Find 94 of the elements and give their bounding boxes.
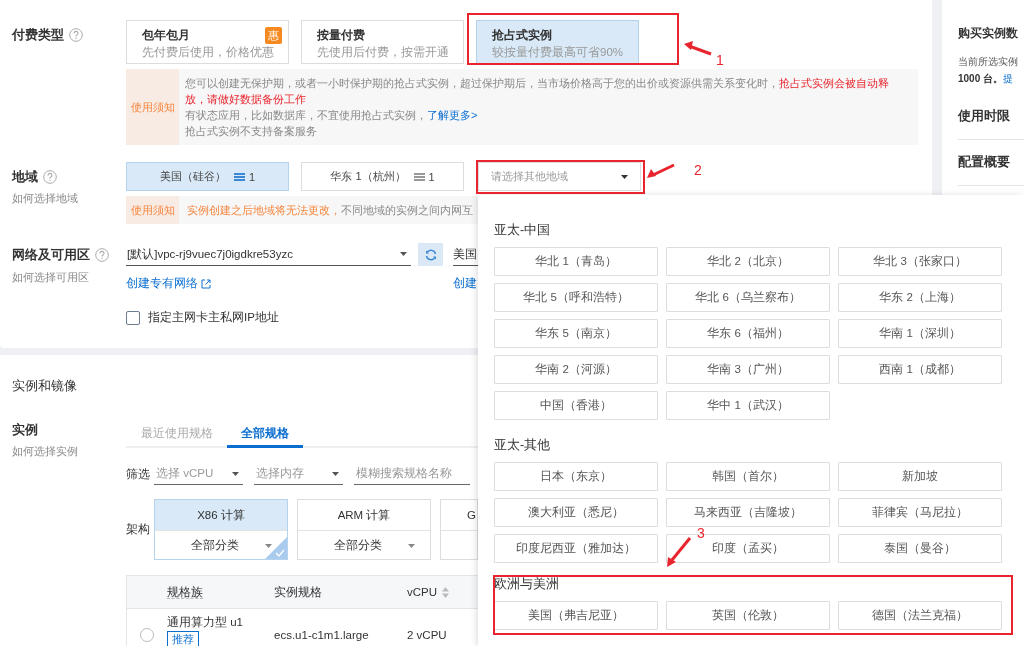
group-title: 亚太-中国 bbox=[494, 222, 552, 239]
region-option[interactable]: 泰国（曼谷） bbox=[838, 534, 1002, 563]
column-header: vCPU bbox=[407, 586, 438, 598]
section-title: 实例和镜像 bbox=[12, 377, 77, 395]
tab[interactable]: 全部规格 bbox=[227, 420, 303, 448]
table-cell-text: 通用算力型 u1 bbox=[167, 615, 244, 630]
server-icon bbox=[233, 172, 245, 181]
billing-option[interactable]: 抢占式实例 较按量付费最高可省90% bbox=[476, 20, 639, 64]
help-text[interactable]: 如何选择地域 bbox=[12, 191, 126, 206]
help-icon bbox=[95, 247, 109, 262]
learn-more-link[interactable]: 了解更多> bbox=[427, 109, 478, 121]
region-option[interactable]: 华北 2（北京） bbox=[666, 247, 830, 276]
region-option[interactable]: 西南 1（成都） bbox=[838, 355, 1002, 384]
region-option[interactable]: 韩国（首尔） bbox=[666, 462, 830, 491]
architecture-card[interactable]: X86 计算 全部分类 bbox=[154, 499, 288, 560]
region-option[interactable]: 华北 1（青岛） bbox=[494, 247, 658, 276]
quota-note: 当前所选实例 bbox=[958, 55, 1018, 69]
column-header: 实例规格 bbox=[274, 584, 323, 600]
annotation-number: 1 bbox=[716, 52, 724, 68]
region-option[interactable]: 美国（弗吉尼亚） bbox=[494, 601, 658, 630]
region-option[interactable]: 美国（硅谷） 1 bbox=[126, 162, 289, 191]
region-option[interactable]: 华北 6（乌兰察布） bbox=[666, 283, 830, 312]
sort-icon bbox=[442, 586, 450, 598]
help-icon bbox=[43, 169, 57, 184]
table-cell-text: ecs.u1-c1m1.large bbox=[274, 628, 370, 641]
external-link-icon bbox=[201, 278, 211, 289]
annotation-arrow bbox=[664, 536, 692, 568]
notice-text: 抢占式实例不支持备案服务 bbox=[185, 124, 318, 139]
notice-tag: 使用须知 bbox=[126, 69, 179, 145]
region-option[interactable]: 日本（东京） bbox=[494, 462, 658, 491]
panel-title: 购买实例数 bbox=[958, 26, 1018, 41]
help-text[interactable]: 如何选择可用区 bbox=[12, 270, 126, 285]
region-option[interactable]: 华南 1（深圳） bbox=[838, 319, 1002, 348]
region-option[interactable]: 华东 1（杭州） 1 bbox=[301, 162, 464, 191]
filter-label: 筛选 bbox=[126, 466, 151, 482]
help-text[interactable]: 如何选择实例 bbox=[12, 444, 126, 459]
caret-icon bbox=[621, 174, 628, 179]
notice-text: 有状态应用，比如数据库，不宜使用抢占式实例，了解更多> bbox=[185, 108, 479, 123]
region-option[interactable]: 华东 2（上海） bbox=[838, 283, 1002, 312]
caret-icon bbox=[407, 543, 415, 548]
raise-quota-link[interactable]: 提 bbox=[1003, 72, 1014, 86]
region-option[interactable]: 华东 6（福州） bbox=[666, 319, 830, 348]
notice-tag: 使用须知 bbox=[126, 196, 179, 224]
region-option[interactable]: 华北 5（呼和浩特） bbox=[494, 283, 658, 312]
column-header: 规格族 bbox=[167, 585, 203, 599]
billing-option[interactable]: 按量付费 先使用后付费，按需开通 bbox=[301, 20, 464, 64]
filter-label: 架构 bbox=[126, 522, 151, 537]
server-icon bbox=[413, 172, 425, 181]
region-option[interactable]: 华中 1（武汉） bbox=[666, 391, 830, 420]
table-cell-text: 2 vCPU bbox=[407, 628, 448, 641]
checkbox[interactable] bbox=[126, 310, 140, 325]
annotation-number: 2 bbox=[694, 162, 702, 178]
recommend-tag: 推荐 bbox=[167, 631, 199, 646]
region-option[interactable]: 印度尼西亚（雅加达） bbox=[494, 534, 658, 563]
annotation-arrow bbox=[646, 163, 676, 181]
region-option[interactable]: 新加坡 bbox=[838, 462, 1002, 491]
field-label: 付费类型 bbox=[12, 26, 64, 44]
caret-icon bbox=[400, 252, 407, 256]
create-link[interactable]: 创建 bbox=[453, 276, 477, 291]
help-icon bbox=[69, 28, 83, 42]
notice-text: 您可以创建无保护期，或者一小时保护期的抢占式实例，超过保护期后，当市场价格高于您的出价或资源供需关系变化时，抢占式实例会被自动释放，请做好数据备份工作 bbox=[185, 76, 890, 107]
region-option[interactable]: 菲律宾（马尼拉） bbox=[838, 498, 1002, 527]
region-option[interactable]: 华南 3（广州） bbox=[666, 355, 830, 384]
vpc-select[interactable]: [默认]vpc-rj9vuec7j0igdkre53yzc bbox=[126, 243, 411, 266]
region-option[interactable]: 德国（法兰克福） bbox=[838, 601, 1002, 630]
notice-text: 实例创建之后地域将无法更改，不同地域的实例之间内网互 bbox=[187, 203, 473, 218]
region-option[interactable]: 英国（伦敦） bbox=[666, 601, 830, 630]
selected-corner-icon bbox=[265, 537, 287, 559]
group-title: 亚太-其他 bbox=[494, 437, 552, 454]
region-option[interactable]: 华南 2（河源） bbox=[494, 355, 658, 384]
create-vpc-link[interactable]: 创建专有网络 bbox=[126, 276, 453, 291]
group-title: 欧洲与美洲 bbox=[494, 576, 560, 593]
field-label: 地域 bbox=[12, 167, 38, 186]
region-option[interactable]: 华北 3（张家口） bbox=[838, 247, 1002, 276]
region-option[interactable]: 中国（香港） bbox=[494, 391, 658, 420]
field-label: 实例 bbox=[12, 421, 39, 439]
region-option[interactable]: 马来西亚（吉隆坡） bbox=[666, 498, 830, 527]
caret-icon bbox=[232, 471, 239, 476]
checkbox-label: 指定主网卡主私网IP地址 bbox=[148, 310, 279, 325]
billing-option[interactable]: 包年包月 惠 先付费后使用，价格优惠 bbox=[126, 20, 289, 64]
field-label: 网络及可用区 bbox=[12, 245, 90, 264]
radio-button[interactable] bbox=[140, 628, 154, 642]
discount-badge: 惠 bbox=[265, 27, 282, 44]
architecture-card[interactable]: ARM 计算 全部分类 bbox=[297, 499, 431, 560]
annotation-arrow bbox=[683, 40, 713, 56]
refresh-icon bbox=[424, 248, 437, 261]
section-title: 配置概要 bbox=[958, 140, 1024, 186]
section-title: 使用时限 bbox=[958, 94, 1024, 140]
refresh-button[interactable] bbox=[418, 243, 443, 266]
caret-icon bbox=[332, 471, 339, 476]
caret-icon bbox=[264, 543, 272, 548]
region-option[interactable]: 华东 5（南京） bbox=[494, 319, 658, 348]
region-option[interactable]: 澳大利亚（悉尼） bbox=[494, 498, 658, 527]
quota-value: 1000 台。 bbox=[958, 72, 1004, 86]
